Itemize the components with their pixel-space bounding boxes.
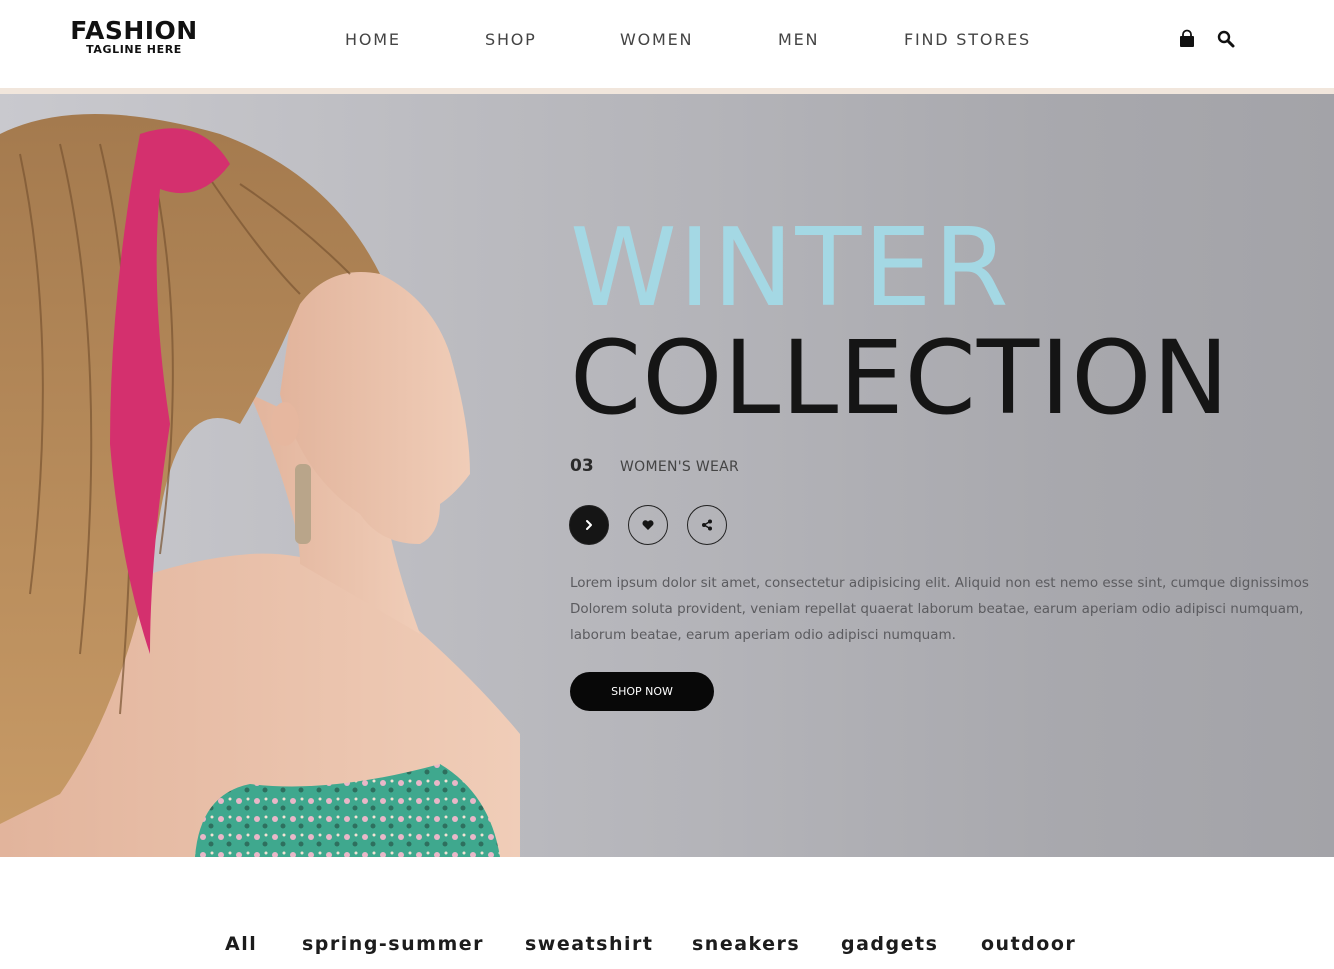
- nav-home[interactable]: HOME: [345, 30, 401, 49]
- hero-title-winter: WINTER: [570, 206, 1011, 331]
- shop-now-button[interactable]: SHOP NOW: [570, 672, 714, 711]
- filter-all[interactable]: All: [225, 933, 257, 955]
- nav-women[interactable]: WOMEN: [620, 30, 693, 49]
- nav-men[interactable]: MEN: [778, 30, 819, 49]
- heart-icon: [642, 520, 654, 530]
- share-button[interactable]: [687, 505, 727, 545]
- next-slide-button[interactable]: [569, 505, 609, 545]
- description-line: laborum beatae, earum aperiam odio adipi…: [570, 627, 956, 643]
- like-button[interactable]: [628, 505, 668, 545]
- brand-logo[interactable]: FASHION TAGLINE HERE: [63, 17, 205, 56]
- filter-sneakers[interactable]: sneakers: [692, 933, 800, 955]
- slide-category: WOMEN'S WEAR: [620, 459, 740, 475]
- filter-gadgets[interactable]: gadgets: [841, 933, 938, 955]
- nav-shop[interactable]: SHOP: [485, 30, 537, 49]
- category-filter-bar: All spring-summer sweatshirt sneakers ga…: [0, 933, 1334, 963]
- shopping-bag-icon[interactable]: [1177, 29, 1197, 49]
- hero-banner: WINTER COLLECTION 03 WOMEN'S WEAR Lorem …: [0, 94, 1334, 857]
- site-header: FASHION TAGLINE HERE HOME SHOP WOMEN MEN…: [0, 0, 1334, 88]
- nav-find-stores[interactable]: FIND STORES: [904, 30, 1031, 49]
- hero-model-image: [0, 114, 520, 857]
- description-line: Dolorem soluta provident, veniam repella…: [570, 601, 1304, 617]
- filter-outdoor[interactable]: outdoor: [981, 933, 1076, 955]
- search-icon[interactable]: [1216, 29, 1236, 49]
- slide-number: 03: [570, 456, 594, 476]
- filter-sweatshirt[interactable]: sweatshirt: [525, 933, 653, 955]
- description-line: Lorem ipsum dolor sit amet, consectetur …: [570, 575, 1309, 591]
- hero-description: Lorem ipsum dolor sit amet, consectetur …: [570, 570, 1330, 648]
- chevron-right-icon: [586, 520, 592, 530]
- hero-title-collection: COLLECTION: [570, 319, 1230, 438]
- brand-name: FASHION: [70, 16, 198, 45]
- filter-spring-summer[interactable]: spring-summer: [302, 933, 484, 955]
- brand-tagline: TAGLINE HERE: [86, 43, 182, 56]
- share-icon: [702, 519, 712, 531]
